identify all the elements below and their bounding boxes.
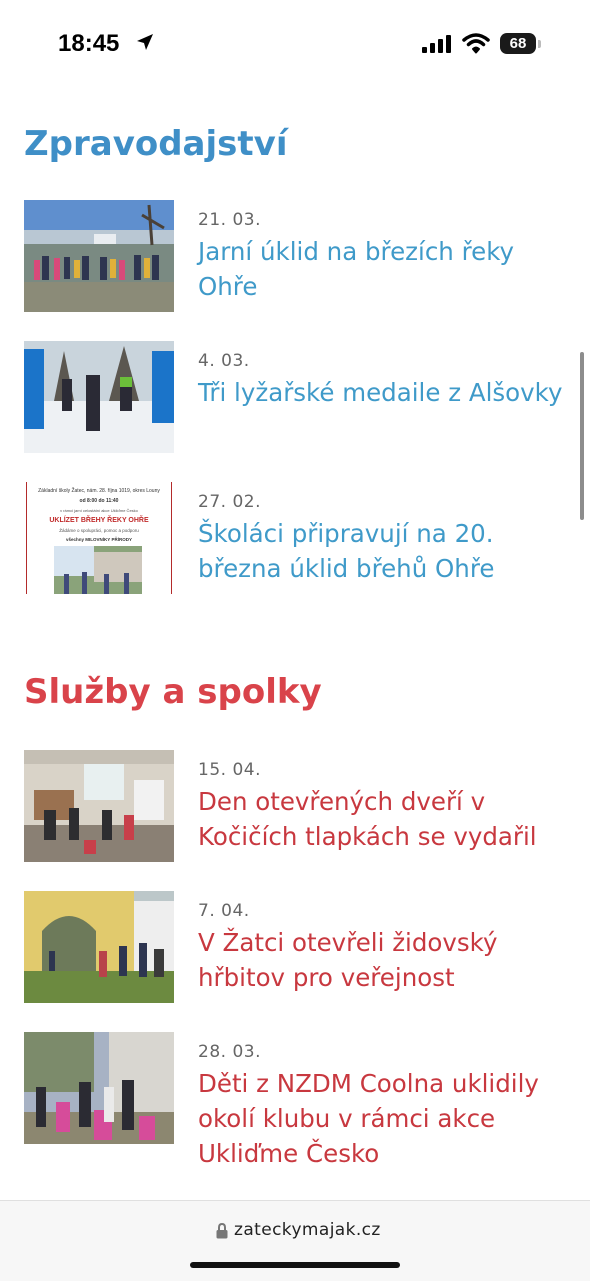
news-article-2[interactable]: 4. 03. Tři lyžařské medaile z Alšovky <box>24 341 574 455</box>
article-title-link[interactable]: Tři lyžařské medaile z Alšovky <box>198 375 568 410</box>
article-thumbnail[interactable]: Základní školy Žatec, nám. 28. října 101… <box>24 482 174 594</box>
news-article-3[interactable]: Základní školy Žatec, nám. 28. října 101… <box>24 482 574 596</box>
wifi-icon <box>462 33 490 54</box>
article-title-link[interactable]: Den otevřených dveří v Kočičích tlapkách… <box>198 784 568 854</box>
services-article-1[interactable]: 15. 04. Den otevřených dveří v Kočičích … <box>24 750 574 864</box>
lock-icon <box>216 1223 228 1239</box>
battery-icon: 68 <box>500 33 536 54</box>
poster-text: Žádáme o spolupráci, pomoc a podporu <box>59 526 139 533</box>
poster-text: od 8:00 do 11:40 <box>80 498 119 504</box>
poster-text: UKLÍZET BŘEHY ŘEKY OHŘE <box>49 515 149 524</box>
news-section-title: Zpravodajství <box>24 124 288 164</box>
poster-text: Základní školy Žatec, nám. 28. října 101… <box>38 486 160 494</box>
clock: 18:45 <box>58 30 120 57</box>
article-date: 4. 03. <box>198 351 250 371</box>
article-date: 21. 03. <box>198 210 261 230</box>
article-title-link[interactable]: V Žatci otevřeli židovský hřbitov pro ve… <box>198 925 568 995</box>
services-section-title: Služby a spolky <box>24 672 322 712</box>
poster-text: v rámci jarní celostátní akce Ukliďme Če… <box>60 508 139 513</box>
home-indicator[interactable] <box>190 1262 400 1268</box>
article-title-link[interactable]: Jarní úklid na březích řeky Ohře <box>198 234 568 304</box>
article-thumbnail[interactable] <box>24 200 174 312</box>
article-date: 28. 03. <box>198 1042 261 1062</box>
article-date: 27. 02. <box>198 492 261 512</box>
article-date: 7. 04. <box>198 901 250 921</box>
article-title-link[interactable]: Školáci připravují na 20. března úklid b… <box>198 516 568 586</box>
article-date: 15. 04. <box>198 760 261 780</box>
status-bar: 18:45 68 <box>0 0 590 88</box>
scrollbar[interactable] <box>580 352 584 520</box>
services-article-3[interactable]: 28. 03. Děti z NZDM Coolna uklidily okol… <box>24 1032 574 1168</box>
article-thumbnail[interactable] <box>24 750 174 862</box>
news-article-1[interactable]: 21. 03. Jarní úklid na březích řeky Ohře <box>24 200 574 314</box>
article-thumbnail[interactable] <box>24 1032 174 1144</box>
services-article-2[interactable]: 7. 04. V Žatci otevřeli židovský hřbitov… <box>24 891 574 1005</box>
article-thumbnail[interactable] <box>24 341 174 453</box>
location-arrow-icon <box>137 34 153 50</box>
signal-icon <box>422 35 451 53</box>
poster-text: všechny MILOVNÍKY PŘÍRODY <box>66 535 132 542</box>
url-text[interactable]: zateckymajak.cz <box>234 1220 381 1240</box>
article-title-link[interactable]: Děti z NZDM Coolna uklidily okolí klubu … <box>198 1066 568 1171</box>
article-thumbnail[interactable] <box>24 891 174 1003</box>
battery-tip <box>538 40 541 48</box>
address-bar[interactable]: zateckymajak.cz <box>0 1200 590 1281</box>
